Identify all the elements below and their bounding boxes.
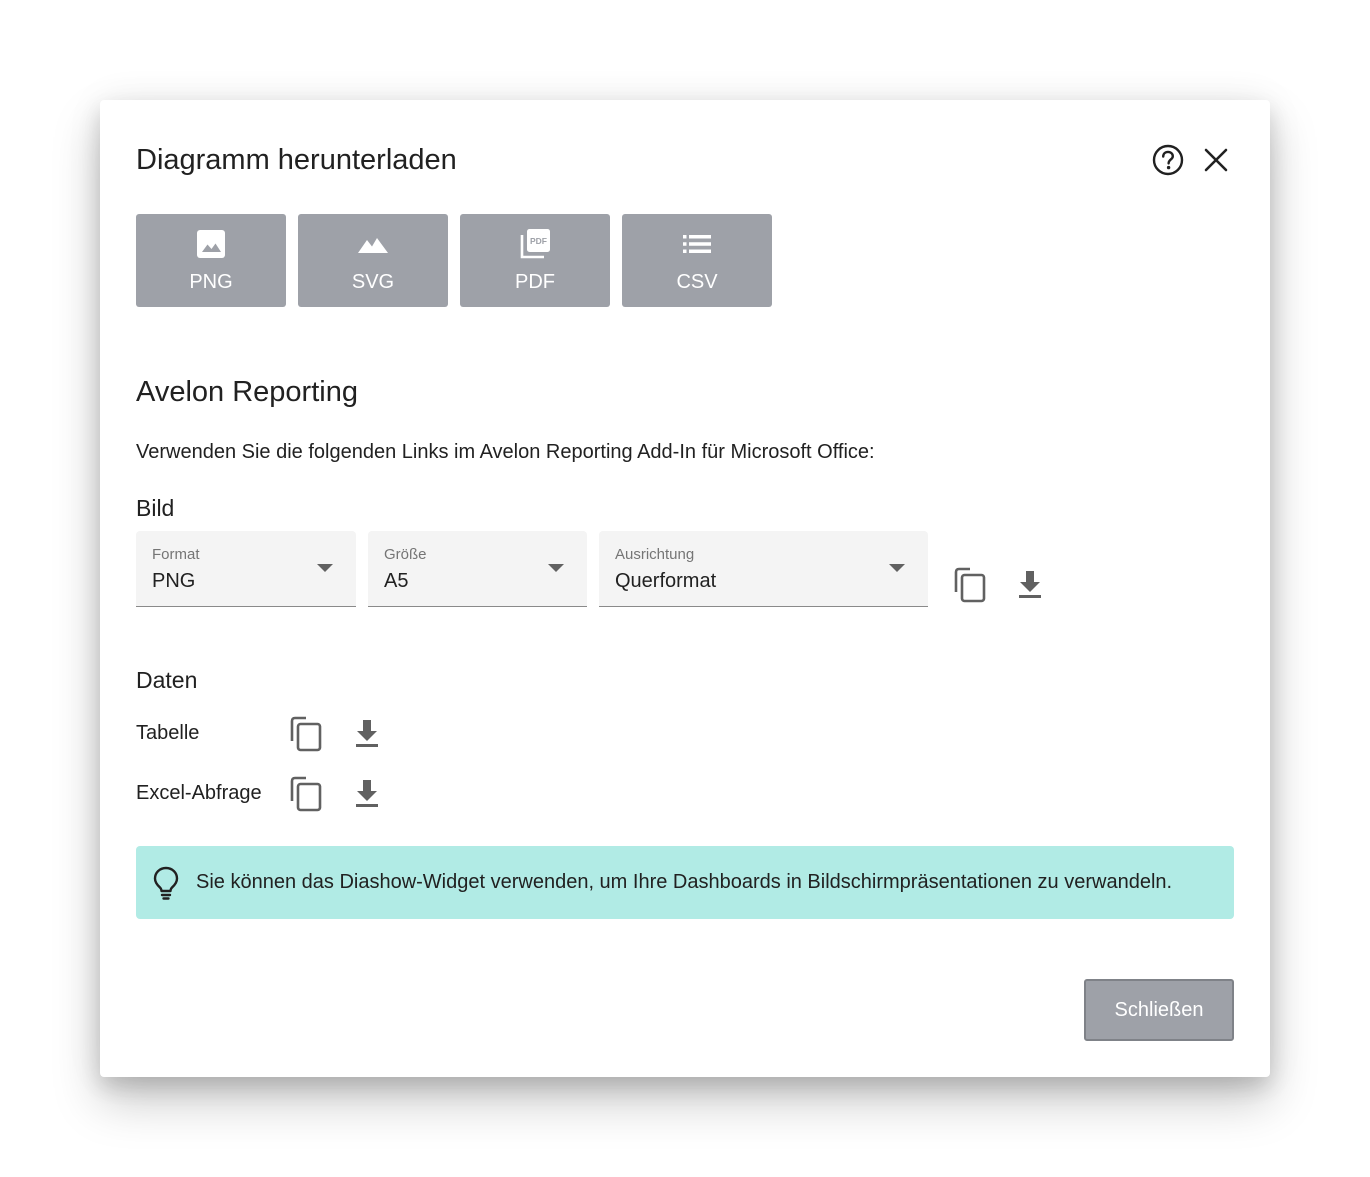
format-select[interactable]: Format PNG: [136, 531, 356, 607]
csv-button[interactable]: CSV: [622, 214, 772, 307]
svg-label: SVG: [351, 271, 395, 293]
png-button[interactable]: PNG: [136, 214, 286, 307]
daten-heading: Daten: [136, 667, 198, 693]
copy-icon: [954, 567, 986, 603]
tip-banner: Sie können das Diashow-Widget verwenden,…: [136, 846, 1234, 919]
png-label: PNG: [189, 271, 233, 293]
orientation-select[interactable]: Ausrichtung Querformat: [599, 531, 928, 607]
download-icon: [1019, 571, 1041, 598]
image-icon: [197, 230, 225, 258]
schliessen-button[interactable]: Schließen: [1084, 979, 1234, 1041]
chevron-down-icon: [548, 564, 564, 572]
download-excel-query-button[interactable]: [347, 774, 387, 814]
chevron-down-icon: [317, 564, 333, 572]
pdf-icon: PDF: [520, 229, 550, 259]
size-select[interactable]: Größe A5: [368, 531, 587, 607]
pdf-label: PDF: [515, 271, 555, 293]
landscape-icon: [358, 238, 388, 253]
download-icon: [356, 720, 378, 747]
size-select-value: A5: [384, 570, 409, 592]
chevron-down-icon: [889, 564, 905, 572]
copy-excel-query-button[interactable]: [286, 774, 326, 814]
download-dialog: Diagramm herunterladen PNG SVG PDF PDF C…: [100, 100, 1270, 1077]
help-circle-icon: [1152, 144, 1184, 176]
help-button[interactable]: [1150, 142, 1186, 178]
copy-icon: [290, 716, 322, 752]
download-image-button[interactable]: [1010, 565, 1050, 605]
download-table-button[interactable]: [347, 714, 387, 754]
copy-table-link-button[interactable]: [286, 714, 326, 754]
svg-button[interactable]: SVG: [298, 214, 448, 307]
format-buttons: PNG SVG PDF PDF CSV: [136, 214, 772, 307]
reporting-description: Verwenden Sie die folgenden Links im Ave…: [136, 441, 875, 463]
copy-icon: [290, 776, 322, 812]
close-icon: [1204, 148, 1228, 172]
format-select-label: Format: [152, 546, 200, 563]
csv-label: CSV: [676, 271, 718, 293]
svg-text:PDF: PDF: [530, 236, 547, 246]
copy-image-link-button[interactable]: [950, 565, 990, 605]
size-select-label: Größe: [384, 546, 427, 563]
download-icon: [356, 780, 378, 807]
lightbulb-icon: [153, 866, 179, 900]
tabelle-label: Tabelle: [136, 722, 200, 744]
reporting-heading: Avelon Reporting: [136, 376, 358, 408]
pdf-button[interactable]: PDF PDF: [460, 214, 610, 307]
list-icon: [683, 235, 711, 253]
orientation-select-label: Ausrichtung: [615, 546, 695, 563]
bild-heading: Bild: [136, 495, 175, 521]
orientation-select-value: Querformat: [615, 570, 717, 592]
tip-text: Sie können das Diashow-Widget verwenden,…: [196, 871, 1173, 893]
close-button[interactable]: [1198, 142, 1234, 178]
excel-abfrage-label: Excel-Abfrage: [136, 782, 262, 804]
format-select-value: PNG: [152, 570, 196, 592]
dialog-title: Diagramm herunterladen: [136, 144, 457, 176]
